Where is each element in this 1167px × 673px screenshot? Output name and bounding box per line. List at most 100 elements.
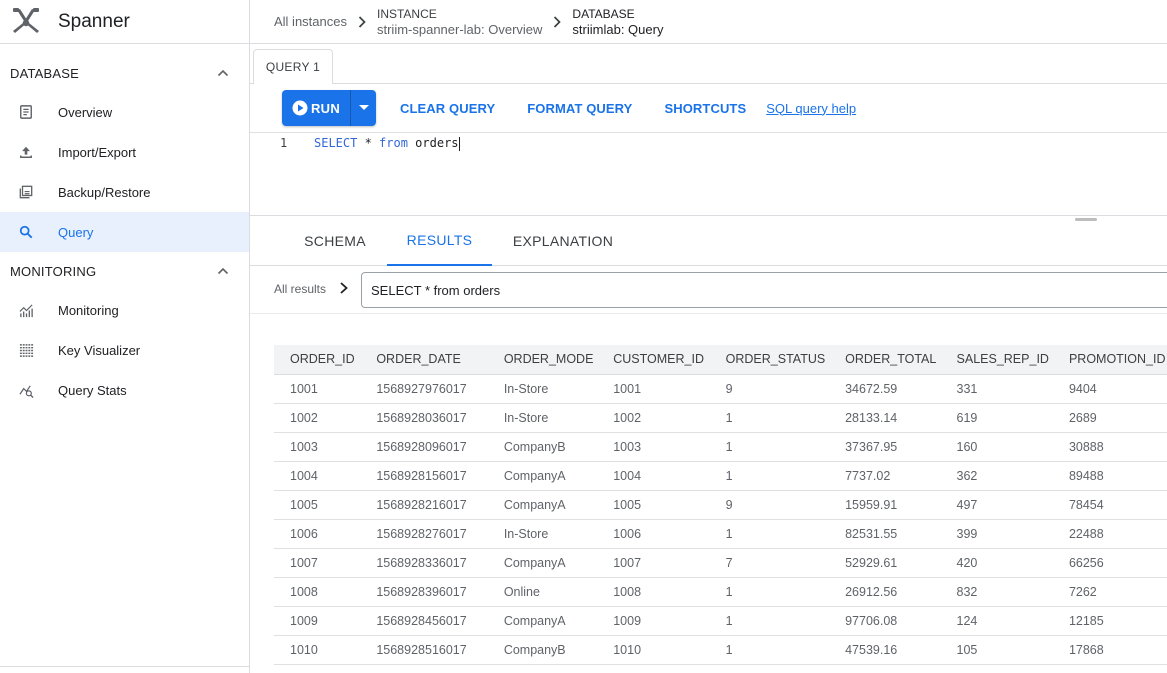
run-button[interactable]: RUN [282, 90, 350, 126]
search-icon [18, 224, 34, 240]
all-results-link[interactable]: All results [274, 282, 326, 296]
table-cell: 1004 [597, 461, 710, 491]
table-cell: 331 [940, 374, 1053, 404]
table-cell: 78454 [1052, 490, 1167, 520]
table-cell: 105 [940, 635, 1053, 665]
table-cell: 1 [709, 519, 830, 549]
sidebar-item-label: Backup/Restore [58, 184, 151, 200]
table-cell: 399 [940, 519, 1053, 549]
breadcrumb-all-instances[interactable]: All instances [274, 14, 347, 29]
spanner-logo-icon [10, 6, 42, 38]
table-cell: 1568928156017 [360, 461, 488, 491]
line-number: 1 [280, 136, 288, 150]
table-cell: 1568928456017 [360, 606, 488, 636]
results-breadcrumb: All results SELECT * from orders [250, 266, 1167, 314]
sidebar-item-label: Import/Export [58, 144, 137, 160]
table-cell: 7737.02 [829, 461, 941, 491]
table-cell: 124 [940, 606, 1053, 636]
table-row: 1001 1568927976017 In-Store 1001 9 34672.59 33… [274, 374, 1167, 404]
table-cell: CompanyA [487, 548, 598, 578]
table-cell: 362 [940, 461, 1053, 491]
table-cell: 1008 [274, 577, 361, 607]
table-cell: 17868 [1052, 635, 1167, 665]
table-cell: 1 [709, 461, 830, 491]
table-cell: 1008 [597, 577, 710, 607]
format-query-button[interactable]: FORMAT QUERY [527, 101, 632, 116]
sidebar-item-label: Monitoring [58, 302, 119, 318]
breadcrumb-database-value: striimlab: Query [572, 21, 664, 37]
upload-icon [18, 144, 34, 160]
run-dropdown-button[interactable] [350, 90, 376, 126]
table-cell: 97706.08 [829, 606, 941, 636]
chevron-up-icon[interactable] [217, 265, 229, 277]
brand-header: Spanner [0, 0, 249, 44]
table-cell: 9 [709, 490, 830, 520]
editor-code-line[interactable]: SELECT * from orders [314, 136, 460, 151]
table-cell: 1007 [274, 548, 361, 578]
table-cell: 30888 [1052, 432, 1167, 462]
result-query-box[interactable]: SELECT * from orders [361, 272, 1167, 308]
sidebar-item-query-stats[interactable]: Query Stats [0, 370, 249, 410]
tab-query-1[interactable]: QUERY 1 [253, 49, 333, 84]
section-database[interactable]: DATABASE [0, 54, 249, 92]
table-cell: 15959.91 [829, 490, 941, 520]
table-cell: 1003 [597, 432, 710, 462]
table-cell: 1001 [274, 374, 361, 404]
section-monitoring[interactable]: MONITORING [0, 252, 249, 290]
table-cell: 1568928396017 [360, 577, 488, 607]
column-header: SALES_REP_ID [940, 345, 1053, 375]
backup-icon [18, 184, 34, 200]
query-tab-strip: QUERY 1 [250, 44, 1167, 84]
table-cell: 1010 [597, 635, 710, 665]
sql-keyword: from [379, 136, 408, 150]
shortcuts-button[interactable]: SHORTCUTS [664, 101, 746, 116]
sidebar-item-key-visualizer[interactable]: Key Visualizer [0, 330, 249, 370]
run-button-label: RUN [310, 100, 341, 116]
sidebar-item-overview[interactable]: Overview [0, 92, 249, 132]
query-toolbar: RUN CLEAR QUERY FORMAT QUERY SHORTCUTS S… [282, 90, 856, 126]
tab-results[interactable]: RESULTS [387, 216, 492, 266]
table-cell: 1568928336017 [360, 548, 488, 578]
column-header: ORDER_ID [274, 345, 361, 375]
table-cell: 1004 [274, 461, 361, 491]
monitoring-chart-icon [18, 302, 34, 318]
table-cell: In-Store [487, 519, 598, 549]
table-cell: 1002 [274, 403, 361, 433]
results-table: ORDER_ID ORDER_DATE ORDER_MODE CUSTOMER_… [274, 345, 1167, 665]
table-row: 1005 1568928216017 CompanyA 1005 9 15959.91 49… [274, 490, 1167, 520]
table-cell: 619 [940, 403, 1053, 433]
query-stats-icon [18, 382, 34, 398]
sidebar-item-monitoring[interactable]: Monitoring [0, 290, 249, 330]
table-cell: 497 [940, 490, 1053, 520]
table-cell: 22488 [1052, 519, 1167, 549]
sidebar-item-import-export[interactable]: Import/Export [0, 132, 249, 172]
table-cell: 7262 [1052, 577, 1167, 607]
table-cell: CompanyA [487, 606, 598, 636]
table-cell: 1 [709, 403, 830, 433]
breadcrumb-database-label: DATABASE [572, 6, 635, 21]
table-cell: 1003 [274, 432, 361, 462]
sql-identifier: orders [407, 136, 459, 150]
sql-query-help-link[interactable]: SQL query help [766, 101, 856, 116]
table-cell: 9404 [1052, 374, 1167, 404]
column-header: ORDER_MODE [487, 345, 598, 375]
table-cell: 47539.16 [829, 635, 941, 665]
table-cell: 1 [709, 432, 830, 462]
table-cell: 1002 [597, 403, 710, 433]
tab-schema[interactable]: SCHEMA [290, 216, 380, 266]
chevron-right-icon [358, 15, 366, 28]
table-cell: 420 [940, 548, 1053, 578]
table-cell: 1009 [597, 606, 710, 636]
table-cell: 89488 [1052, 461, 1167, 491]
sidebar-item-query[interactable]: Query [0, 212, 249, 252]
chevron-up-icon[interactable] [217, 67, 229, 79]
text-cursor [458, 136, 460, 151]
tab-explanation[interactable]: EXPLANATION [504, 216, 622, 266]
clear-query-button[interactable]: CLEAR QUERY [400, 101, 495, 116]
table-cell: 37367.95 [829, 432, 941, 462]
sql-editor[interactable]: 1 SELECT * from orders [250, 132, 1167, 216]
breadcrumb-instance[interactable]: INSTANCE striim-spanner-lab: Overview [377, 6, 542, 38]
table-cell: 1010 [274, 635, 361, 665]
sidebar-item-backup-restore[interactable]: Backup/Restore [0, 172, 249, 212]
table-row: 1008 1568928396017 Online 1008 1 26912.56 832 7… [274, 577, 1167, 607]
